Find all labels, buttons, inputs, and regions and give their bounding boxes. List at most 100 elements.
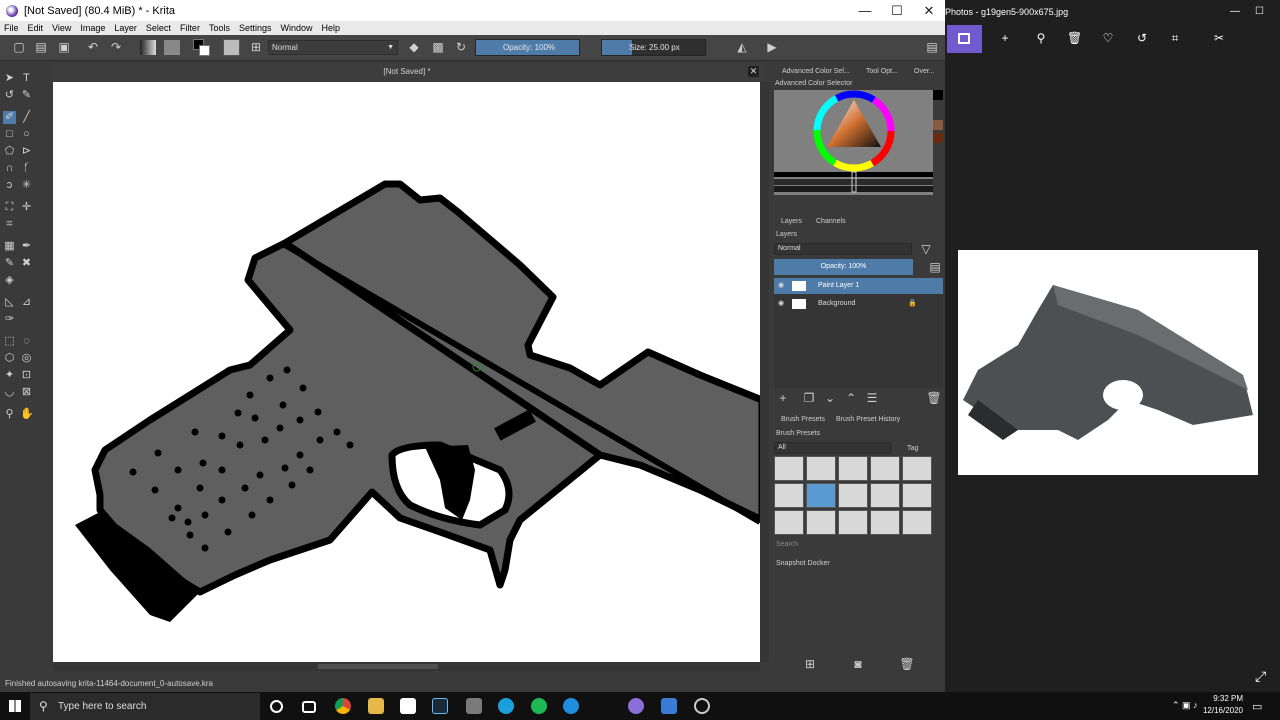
menu-settings[interactable]: Settings: [239, 23, 272, 33]
spotify-icon[interactable]: [531, 698, 547, 714]
assistant-tool-icon[interactable]: ◺: [3, 296, 16, 309]
color-history-black[interactable]: [933, 90, 943, 100]
zoom-tool-icon[interactable]: ⚲: [3, 408, 16, 421]
menu-edit[interactable]: Edit: [28, 23, 44, 33]
photos-maximize-button[interactable]: ☐: [1255, 0, 1264, 24]
windows-start-icon[interactable]: [9, 700, 21, 712]
duplicate-layer-icon[interactable]: ❐: [801, 390, 817, 406]
measure-tool-icon[interactable]: ⊿: [20, 296, 33, 309]
snapshot-camera-icon[interactable]: ◙: [850, 656, 866, 672]
save-icon[interactable]: ▣: [56, 39, 72, 55]
edge-icon[interactable]: [563, 698, 579, 714]
menu-layer[interactable]: Layer: [114, 23, 137, 33]
tray-icons[interactable]: ⌃ ▣ ♪: [1172, 700, 1198, 711]
select-shapes-icon[interactable]: ➤: [3, 72, 16, 85]
menu-window[interactable]: Window: [280, 23, 312, 33]
photos-minimize-button[interactable]: —: [1230, 0, 1240, 24]
similar-select-icon[interactable]: ⊡: [20, 369, 33, 382]
ellipse-select-icon[interactable]: ◌: [20, 335, 33, 348]
krita-taskbar-icon[interactable]: [628, 698, 644, 714]
drawing-canvas[interactable]: [53, 82, 760, 662]
tag-label[interactable]: Tag: [907, 445, 918, 452]
brush-preset[interactable]: [806, 510, 836, 535]
mirror-vertical-icon[interactable]: ▶: [764, 39, 780, 55]
open-folder-icon[interactable]: ▤: [33, 39, 49, 55]
ellipse-tool-icon[interactable]: ○: [20, 128, 33, 141]
app-icon[interactable]: [498, 698, 514, 714]
photos-view-button[interactable]: [947, 25, 982, 53]
taskbar-clock[interactable]: 9:32 PM 12/16/2020: [1195, 693, 1243, 717]
lock-icon[interactable]: 🔒: [908, 296, 917, 312]
brush-preset[interactable]: [902, 456, 932, 481]
file-explorer-icon[interactable]: [368, 698, 384, 714]
brush-filter-select[interactable]: All: [774, 442, 891, 454]
move-layer-down-icon[interactable]: ⌄: [822, 390, 838, 406]
menu-select[interactable]: Select: [146, 23, 171, 33]
polygon-select-icon[interactable]: ⬡: [3, 352, 16, 365]
fullscreen-icon[interactable]: ⤢: [1255, 668, 1266, 685]
tab-channels[interactable]: Channels: [816, 216, 846, 228]
polygon-tool-icon[interactable]: ⬠: [3, 145, 16, 158]
magnetic-select-icon[interactable]: ⊠: [20, 386, 33, 399]
crop-icon[interactable]: ⌗: [1168, 31, 1182, 45]
app-icon[interactable]: [694, 698, 710, 714]
menu-view[interactable]: View: [52, 23, 71, 33]
undo-icon[interactable]: ↶: [85, 39, 101, 55]
color-history-dark-brown[interactable]: [933, 133, 943, 143]
tab-layers[interactable]: Layers: [781, 216, 802, 228]
horizontal-scroll-thumb[interactable]: [318, 664, 438, 669]
tab-brush-preset-history[interactable]: Brush Preset History: [836, 414, 900, 426]
taskbar-search-input[interactable]: ⚲ Type here to search: [30, 693, 260, 720]
brush-preset[interactable]: [870, 483, 900, 508]
text-tool-icon[interactable]: T: [20, 72, 33, 85]
brush-preset[interactable]: [902, 483, 932, 508]
brush-preset[interactable]: [902, 510, 932, 535]
cortana-icon[interactable]: [270, 700, 283, 713]
brush-preset[interactable]: [838, 456, 868, 481]
layer-blend-select[interactable]: Normal: [774, 243, 912, 255]
transform-tool-icon[interactable]: ⛶: [3, 201, 16, 214]
advanced-color-selector[interactable]: [774, 90, 933, 195]
close-button[interactable]: ✕: [913, 3, 945, 19]
gradient-tool-icon[interactable]: ▦: [3, 240, 16, 253]
canvas-vertical-scrollbar[interactable]: [760, 82, 769, 662]
crop-tool-icon[interactable]: ⌗: [3, 218, 16, 231]
steam-icon[interactable]: [432, 698, 448, 714]
pattern-swatch[interactable]: [164, 40, 180, 55]
close-document-icon[interactable]: ✕: [748, 66, 759, 77]
eye-icon[interactable]: ◉: [778, 278, 784, 294]
delete-layer-icon[interactable]: 🗑: [926, 390, 942, 406]
menu-filter[interactable]: Filter: [180, 23, 200, 33]
freehand-path-icon[interactable]: ᚶ: [20, 162, 33, 175]
layer-row-paint-layer-1[interactable]: ◉ Paint Layer 1: [774, 278, 943, 294]
brush-preset[interactable]: [774, 483, 804, 508]
color-picker-icon[interactable]: ✒: [20, 240, 33, 253]
smart-patch-icon[interactable]: ✖: [20, 257, 33, 270]
reload-preset-icon[interactable]: ↻: [453, 39, 469, 55]
task-view-icon[interactable]: [302, 701, 316, 713]
notification-icon[interactable]: ▭: [1252, 700, 1262, 713]
color-wheel[interactable]: [774, 90, 933, 195]
toolbar-menu-icon[interactable]: ▤: [924, 39, 940, 55]
multibrush-icon[interactable]: ✳: [20, 179, 33, 192]
bezier-select-icon[interactable]: ◡: [3, 386, 16, 399]
brush-preset[interactable]: [774, 456, 804, 481]
move-tool-icon[interactable]: ✛: [20, 201, 33, 214]
colorize-mask-icon[interactable]: ✎: [3, 257, 16, 270]
layer-menu-icon[interactable]: ▤: [927, 259, 943, 275]
menu-help[interactable]: Help: [322, 23, 341, 33]
layer-properties-icon[interactable]: ☰: [864, 390, 880, 406]
delete-icon[interactable]: 🗑: [1067, 31, 1082, 45]
layer-filter-icon[interactable]: ▽: [918, 241, 934, 257]
tab-advanced-color-selector[interactable]: Advanced Color Sel...: [782, 66, 850, 78]
canvas-document-tab[interactable]: [Not Saved] *: [52, 67, 762, 76]
background-color-swatch[interactable]: [199, 45, 210, 56]
edit-shapes-icon[interactable]: ↺: [3, 89, 16, 102]
calligraphy-icon[interactable]: ✎: [20, 89, 33, 102]
add-icon[interactable]: +: [998, 31, 1012, 45]
color-history-brown[interactable]: [933, 120, 943, 130]
pan-tool-icon[interactable]: ✋: [20, 408, 34, 421]
menu-tools[interactable]: Tools: [209, 23, 230, 33]
freehand-brush-icon[interactable]: ✐: [3, 111, 16, 124]
delete-snapshot-icon[interactable]: 🗑: [899, 656, 915, 672]
